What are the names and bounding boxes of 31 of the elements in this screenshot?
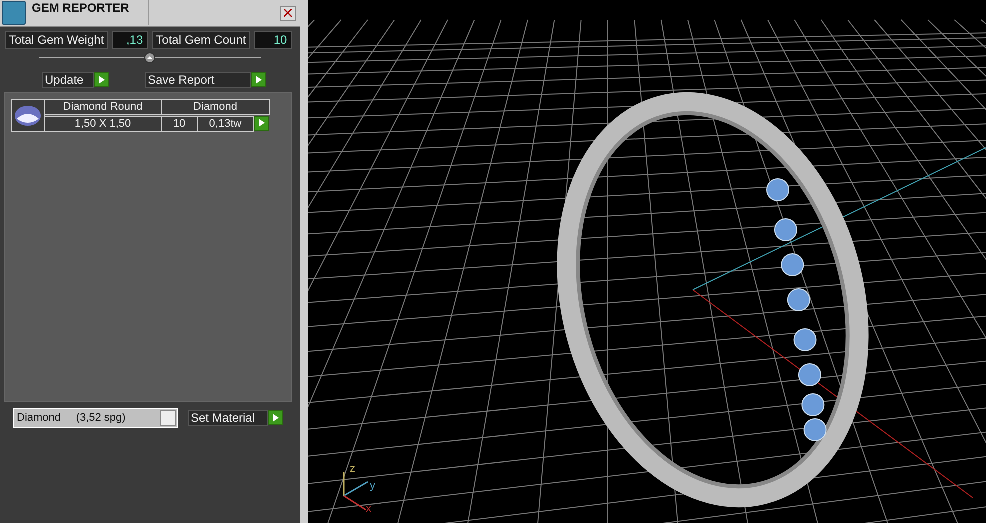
play-icon bbox=[98, 76, 105, 84]
gem-material: Diamond bbox=[162, 99, 270, 115]
gem-size: 1,50 X 1,50 bbox=[45, 116, 162, 132]
app-icon bbox=[2, 1, 26, 25]
play-button[interactable] bbox=[94, 72, 109, 87]
play-button[interactable] bbox=[268, 410, 283, 425]
play-button[interactable] bbox=[254, 116, 269, 130]
axis-label: z bbox=[350, 463, 356, 475]
play-button[interactable] bbox=[251, 72, 266, 87]
total-value: 10 bbox=[254, 31, 292, 49]
collapse-handle-icon[interactable] bbox=[39, 52, 261, 64]
close-button[interactable] bbox=[280, 6, 296, 20]
gem-name: Diamond Round bbox=[45, 99, 162, 115]
dropdown-value: Diamond (3,52 spg) bbox=[17, 412, 126, 424]
play-icon bbox=[272, 414, 279, 422]
total-value: ,13 bbox=[112, 31, 148, 49]
gem-weight: 0,13tw bbox=[198, 116, 254, 132]
action-button[interactable]: Save Report bbox=[145, 72, 251, 88]
play-icon bbox=[258, 119, 265, 127]
gem-icon bbox=[14, 104, 42, 126]
material-dropdown[interactable]: Diamond (3,52 spg) bbox=[13, 408, 178, 428]
axis-label: x bbox=[366, 503, 372, 515]
play-icon bbox=[255, 76, 262, 84]
total-label: Total Gem Count bbox=[152, 31, 250, 49]
window-title: GEM REPORTER bbox=[32, 0, 149, 25]
action-button[interactable]: Update bbox=[42, 72, 94, 88]
gem-count: 10 bbox=[162, 116, 198, 132]
set-material-button[interactable]: Set Material bbox=[188, 410, 268, 426]
close-icon bbox=[284, 9, 292, 17]
axis-label: y bbox=[370, 480, 376, 492]
total-label: Total Gem Weight bbox=[5, 31, 108, 49]
